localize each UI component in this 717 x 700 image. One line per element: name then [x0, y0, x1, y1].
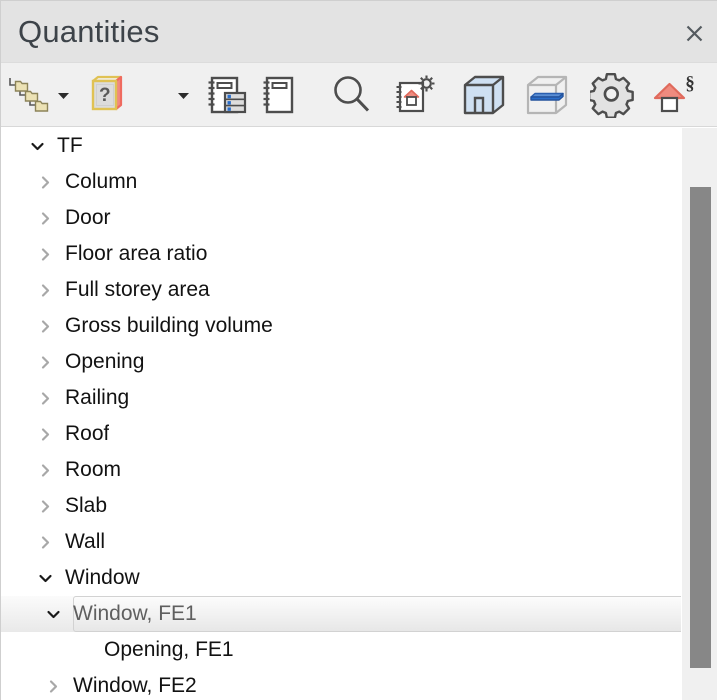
house-paragraph-icon: §: [650, 72, 700, 118]
chevron-right-icon[interactable]: [34, 243, 56, 265]
tree-item-label: Window, FE2: [64, 674, 197, 698]
tree-item-tf[interactable]: TF: [1, 128, 717, 164]
tree-item-label: Room: [56, 458, 121, 482]
chevron-right-icon[interactable]: [34, 495, 56, 517]
gear-icon: [590, 72, 636, 118]
chevron-right-icon[interactable]: [34, 351, 56, 373]
chevron-down-icon[interactable]: [26, 135, 48, 157]
svg-text:?: ?: [99, 85, 111, 106]
tree-item-label: Slab: [56, 494, 107, 518]
chevron-right-icon[interactable]: [34, 315, 56, 337]
room-solid-icon: [460, 72, 508, 118]
page-title: Quantities: [18, 11, 160, 53]
tree-item-roof[interactable]: Roof: [1, 416, 717, 452]
report-button[interactable]: [256, 63, 308, 127]
room-volume-button[interactable]: [458, 63, 510, 127]
search-icon: [329, 72, 375, 118]
tree-leaf-spacer: [73, 639, 95, 661]
slab-volume-button[interactable]: [521, 63, 573, 127]
quantities-tree[interactable]: TF Column Door Floor area ratio Full storey …: [1, 128, 717, 700]
chevron-right-icon[interactable]: [34, 387, 56, 409]
chevron-right-icon[interactable]: [34, 423, 56, 445]
close-button[interactable]: [677, 17, 711, 49]
tree-item-door[interactable]: Door: [1, 200, 717, 236]
question-book-icon: ?: [84, 72, 130, 118]
regulations-button[interactable]: §: [649, 63, 701, 127]
tree-item-railing[interactable]: Railing: [1, 380, 717, 416]
tree-item-full-storey-area[interactable]: Full storey area: [1, 272, 717, 308]
tree-item-window[interactable]: Window: [1, 560, 717, 596]
list-report-button[interactable]: [201, 63, 253, 127]
tree-item-label: Column: [56, 170, 137, 194]
search-button[interactable]: [326, 63, 378, 127]
building-settings-button[interactable]: [389, 63, 441, 127]
cascading-folders-icon: [6, 74, 52, 116]
tree-item-label: Gross building volume: [56, 314, 273, 338]
tree-item-label: Wall: [56, 530, 105, 554]
close-icon: [685, 24, 704, 43]
tree-item-label: Window, FE1: [64, 602, 197, 626]
tree-item-label: Floor area ratio: [56, 242, 207, 266]
quantities-window: Quantities: [0, 0, 717, 700]
tree-item-opening-fe1[interactable]: Opening, FE1: [1, 632, 717, 668]
tree-item-gross-building-volume[interactable]: Gross building volume: [1, 308, 717, 344]
chevron-right-icon[interactable]: [34, 171, 56, 193]
tree-item-label: Door: [56, 206, 111, 230]
vertical-scrollbar[interactable]: [681, 128, 717, 700]
catalog-book-button[interactable]: ?: [81, 63, 133, 127]
notebook-icon: [260, 73, 304, 117]
chevron-right-icon[interactable]: [34, 459, 56, 481]
tree-item-label: TF: [48, 134, 83, 158]
chevron-right-icon[interactable]: [34, 531, 56, 553]
chevron-down-icon[interactable]: [42, 603, 64, 625]
chevron-down-icon[interactable]: [34, 567, 56, 589]
tree-item-opening[interactable]: Opening: [1, 344, 717, 380]
tree-item-floor-area-ratio[interactable]: Floor area ratio: [1, 236, 717, 272]
window-title-bar: Quantities: [1, 1, 717, 63]
tree-item-window-fe2[interactable]: Window, FE2: [1, 668, 717, 700]
chevron-right-icon[interactable]: [34, 207, 56, 229]
hierarchy-folders-button[interactable]: [3, 63, 55, 127]
scrollbar-thumb[interactable]: [690, 187, 711, 668]
tree-item-column[interactable]: Column: [1, 164, 717, 200]
chevron-right-icon[interactable]: [42, 675, 64, 697]
tree-item-room[interactable]: Room: [1, 452, 717, 488]
tree-item-label: Full storey area: [56, 278, 210, 302]
toolbar: ?: [1, 63, 717, 127]
chevron-down-icon: [57, 91, 70, 100]
tree-item-slab[interactable]: Slab: [1, 488, 717, 524]
tree-item-wall[interactable]: Wall: [1, 524, 717, 560]
chevron-down-icon: [177, 91, 190, 100]
tree-item-label: Window: [56, 566, 140, 590]
hierarchy-dropdown[interactable]: [54, 63, 72, 127]
tree-item-label: Opening, FE1: [95, 638, 234, 662]
notebook-house-gear-icon: [391, 71, 439, 119]
notebook-list-icon: [205, 73, 249, 117]
catalog-dropdown[interactable]: [174, 63, 192, 127]
tree-item-window-fe1[interactable]: Window, FE1: [1, 596, 717, 632]
svg-text:§: §: [685, 73, 695, 94]
tree-item-label: Roof: [56, 422, 109, 446]
settings-button[interactable]: [587, 63, 639, 127]
chevron-right-icon[interactable]: [34, 279, 56, 301]
tree-item-label: Opening: [56, 350, 144, 374]
wireframe-slab-icon: [523, 72, 571, 118]
tree-item-label: Railing: [56, 386, 129, 410]
